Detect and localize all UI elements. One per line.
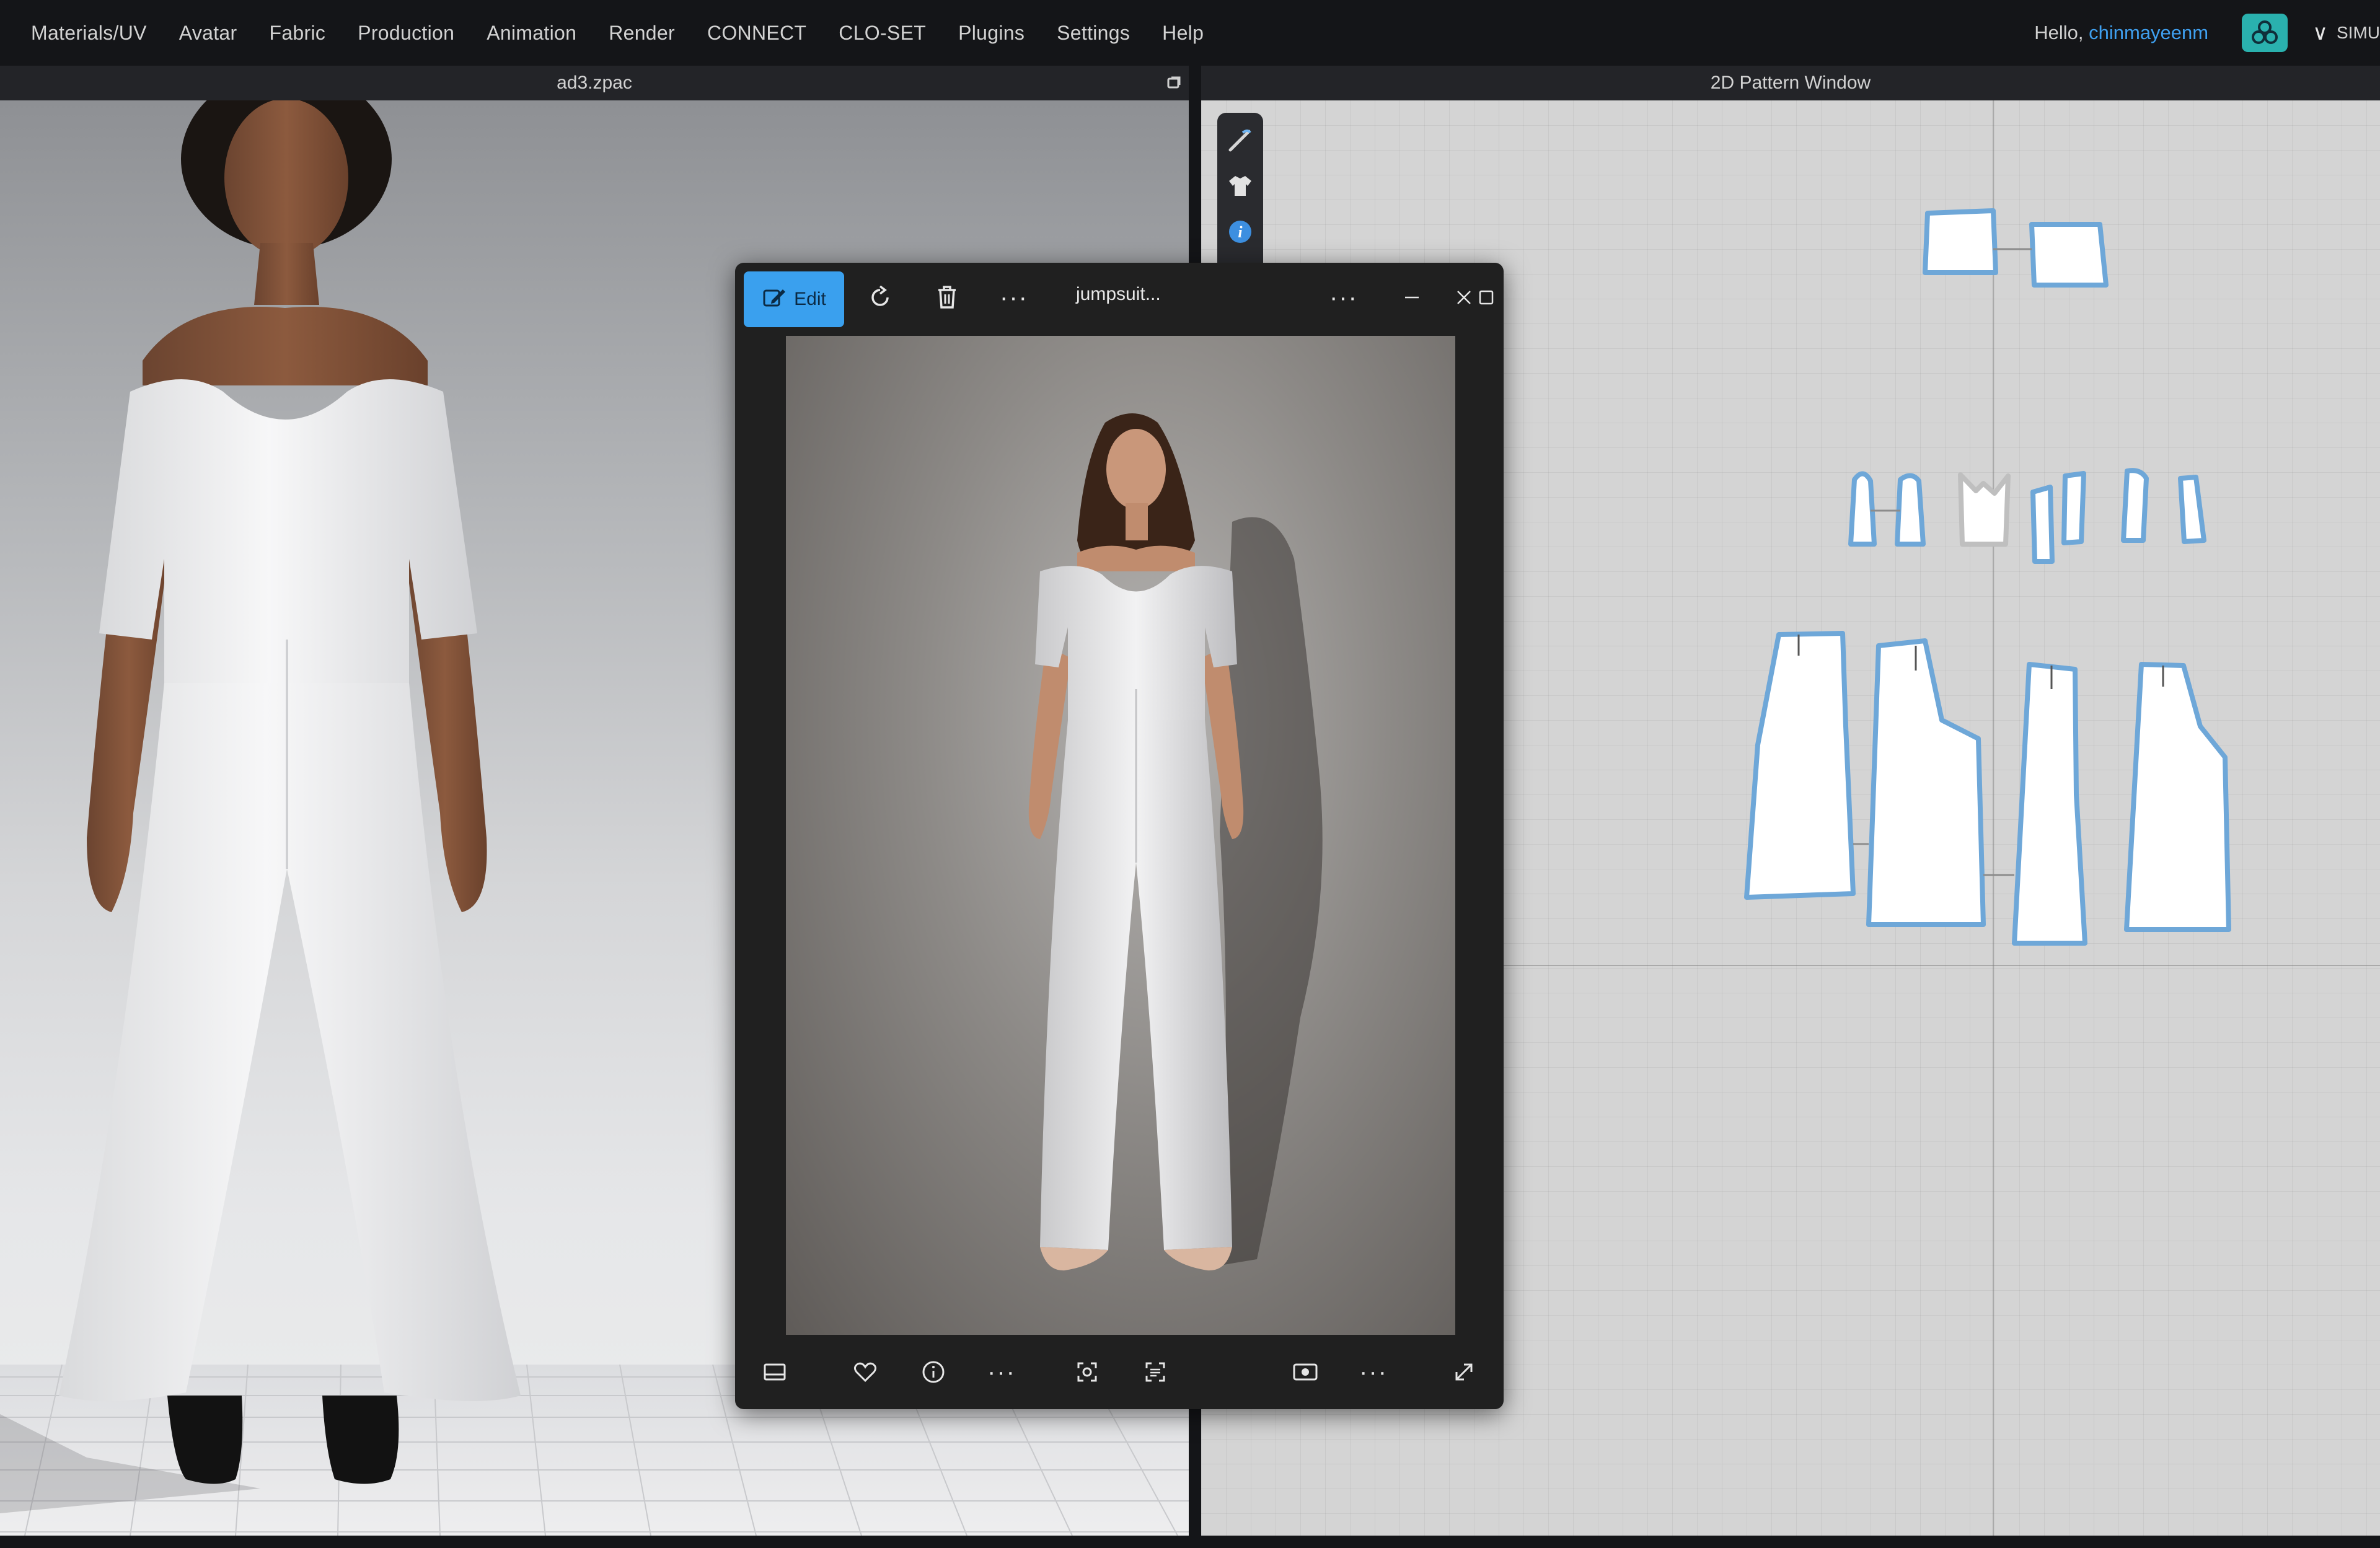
photo-viewer-bottom-bar: ··· ··· (735, 1335, 1504, 1409)
photo-viewer-toolbar: Edit ··· jumpsuit... ··· (735, 263, 1504, 332)
edit-pencil-icon (762, 286, 787, 314)
favorite-heart-icon[interactable] (845, 1352, 885, 1392)
minimize-icon[interactable] (1392, 278, 1432, 317)
info-icon[interactable] (914, 1352, 953, 1392)
text-scan-icon[interactable] (1135, 1352, 1175, 1392)
menu-fabric[interactable]: Fabric (269, 22, 325, 45)
model-photo (1028, 413, 1323, 1271)
pattern-window-title-bar: 2D Pattern Window (1201, 66, 2380, 100)
close-icon[interactable] (1444, 278, 1484, 317)
status-strip (0, 1536, 2380, 1548)
more-icon[interactable]: ··· (1354, 1352, 1393, 1392)
rotate-icon[interactable] (860, 278, 900, 317)
crop-scan-icon[interactable] (1067, 1352, 1107, 1392)
file-title: ad3.zpac (557, 73, 632, 93)
photo-file-name: jumpsuit... (1076, 284, 1161, 304)
menu-clo-set[interactable]: CLO-SET (839, 22, 926, 45)
menu-items: Materials/UV Avatar Fabric Production An… (31, 22, 1236, 45)
menu-settings[interactable]: Settings (1057, 22, 1130, 45)
menu-bar: Materials/UV Avatar Fabric Production An… (0, 0, 2380, 66)
more-icon[interactable]: ··· (994, 278, 1034, 317)
menu-plugins[interactable]: Plugins (958, 22, 1025, 45)
fullscreen-icon[interactable] (1444, 1352, 1484, 1392)
live-photo-icon[interactable] (1285, 1352, 1325, 1392)
more-icon[interactable]: ··· (1324, 278, 1364, 317)
filmstrip-icon[interactable] (755, 1352, 795, 1392)
double-chevron-down-icon: ∨ (2312, 21, 2328, 45)
username[interactable]: chinmayeenm (2089, 22, 2208, 43)
viewport-title-bar: ad3.zpac (0, 66, 1189, 100)
simulation-toggle[interactable]: ∨ SIMU (2312, 20, 2380, 45)
photo-display[interactable] (786, 336, 1455, 1335)
menu-connect[interactable]: CONNECT (707, 22, 806, 45)
pattern-window-title: 2D Pattern Window (1710, 73, 1871, 93)
simulation-label: SIMU (2337, 23, 2380, 42)
menu-render[interactable]: Render (609, 22, 675, 45)
menu-avatar[interactable]: Avatar (179, 22, 237, 45)
user-area: Hello, chinmayeenm ∨ SIMU (2034, 0, 2380, 66)
avatar-model[interactable] (0, 100, 558, 1536)
menu-materials-uv[interactable]: Materials/UV (31, 22, 147, 45)
delete-icon[interactable] (927, 278, 967, 317)
edit-label: Edit (794, 289, 826, 309)
edit-button[interactable]: Edit (744, 271, 844, 327)
greeting-prefix: Hello, (2034, 22, 2089, 43)
user-greeting[interactable]: Hello, chinmayeenm (2034, 22, 2208, 44)
connect-logo-icon[interactable] (2242, 14, 2288, 52)
menu-help[interactable]: Help (1162, 22, 1204, 45)
more-icon[interactable]: ··· (982, 1352, 1021, 1392)
menu-production[interactable]: Production (358, 22, 454, 45)
menu-animation[interactable]: Animation (487, 22, 576, 45)
photo-viewer-window[interactable]: Edit ··· jumpsuit... ··· ··· ··· (735, 263, 1504, 1409)
window-toggle-icon[interactable] (1163, 72, 1185, 94)
